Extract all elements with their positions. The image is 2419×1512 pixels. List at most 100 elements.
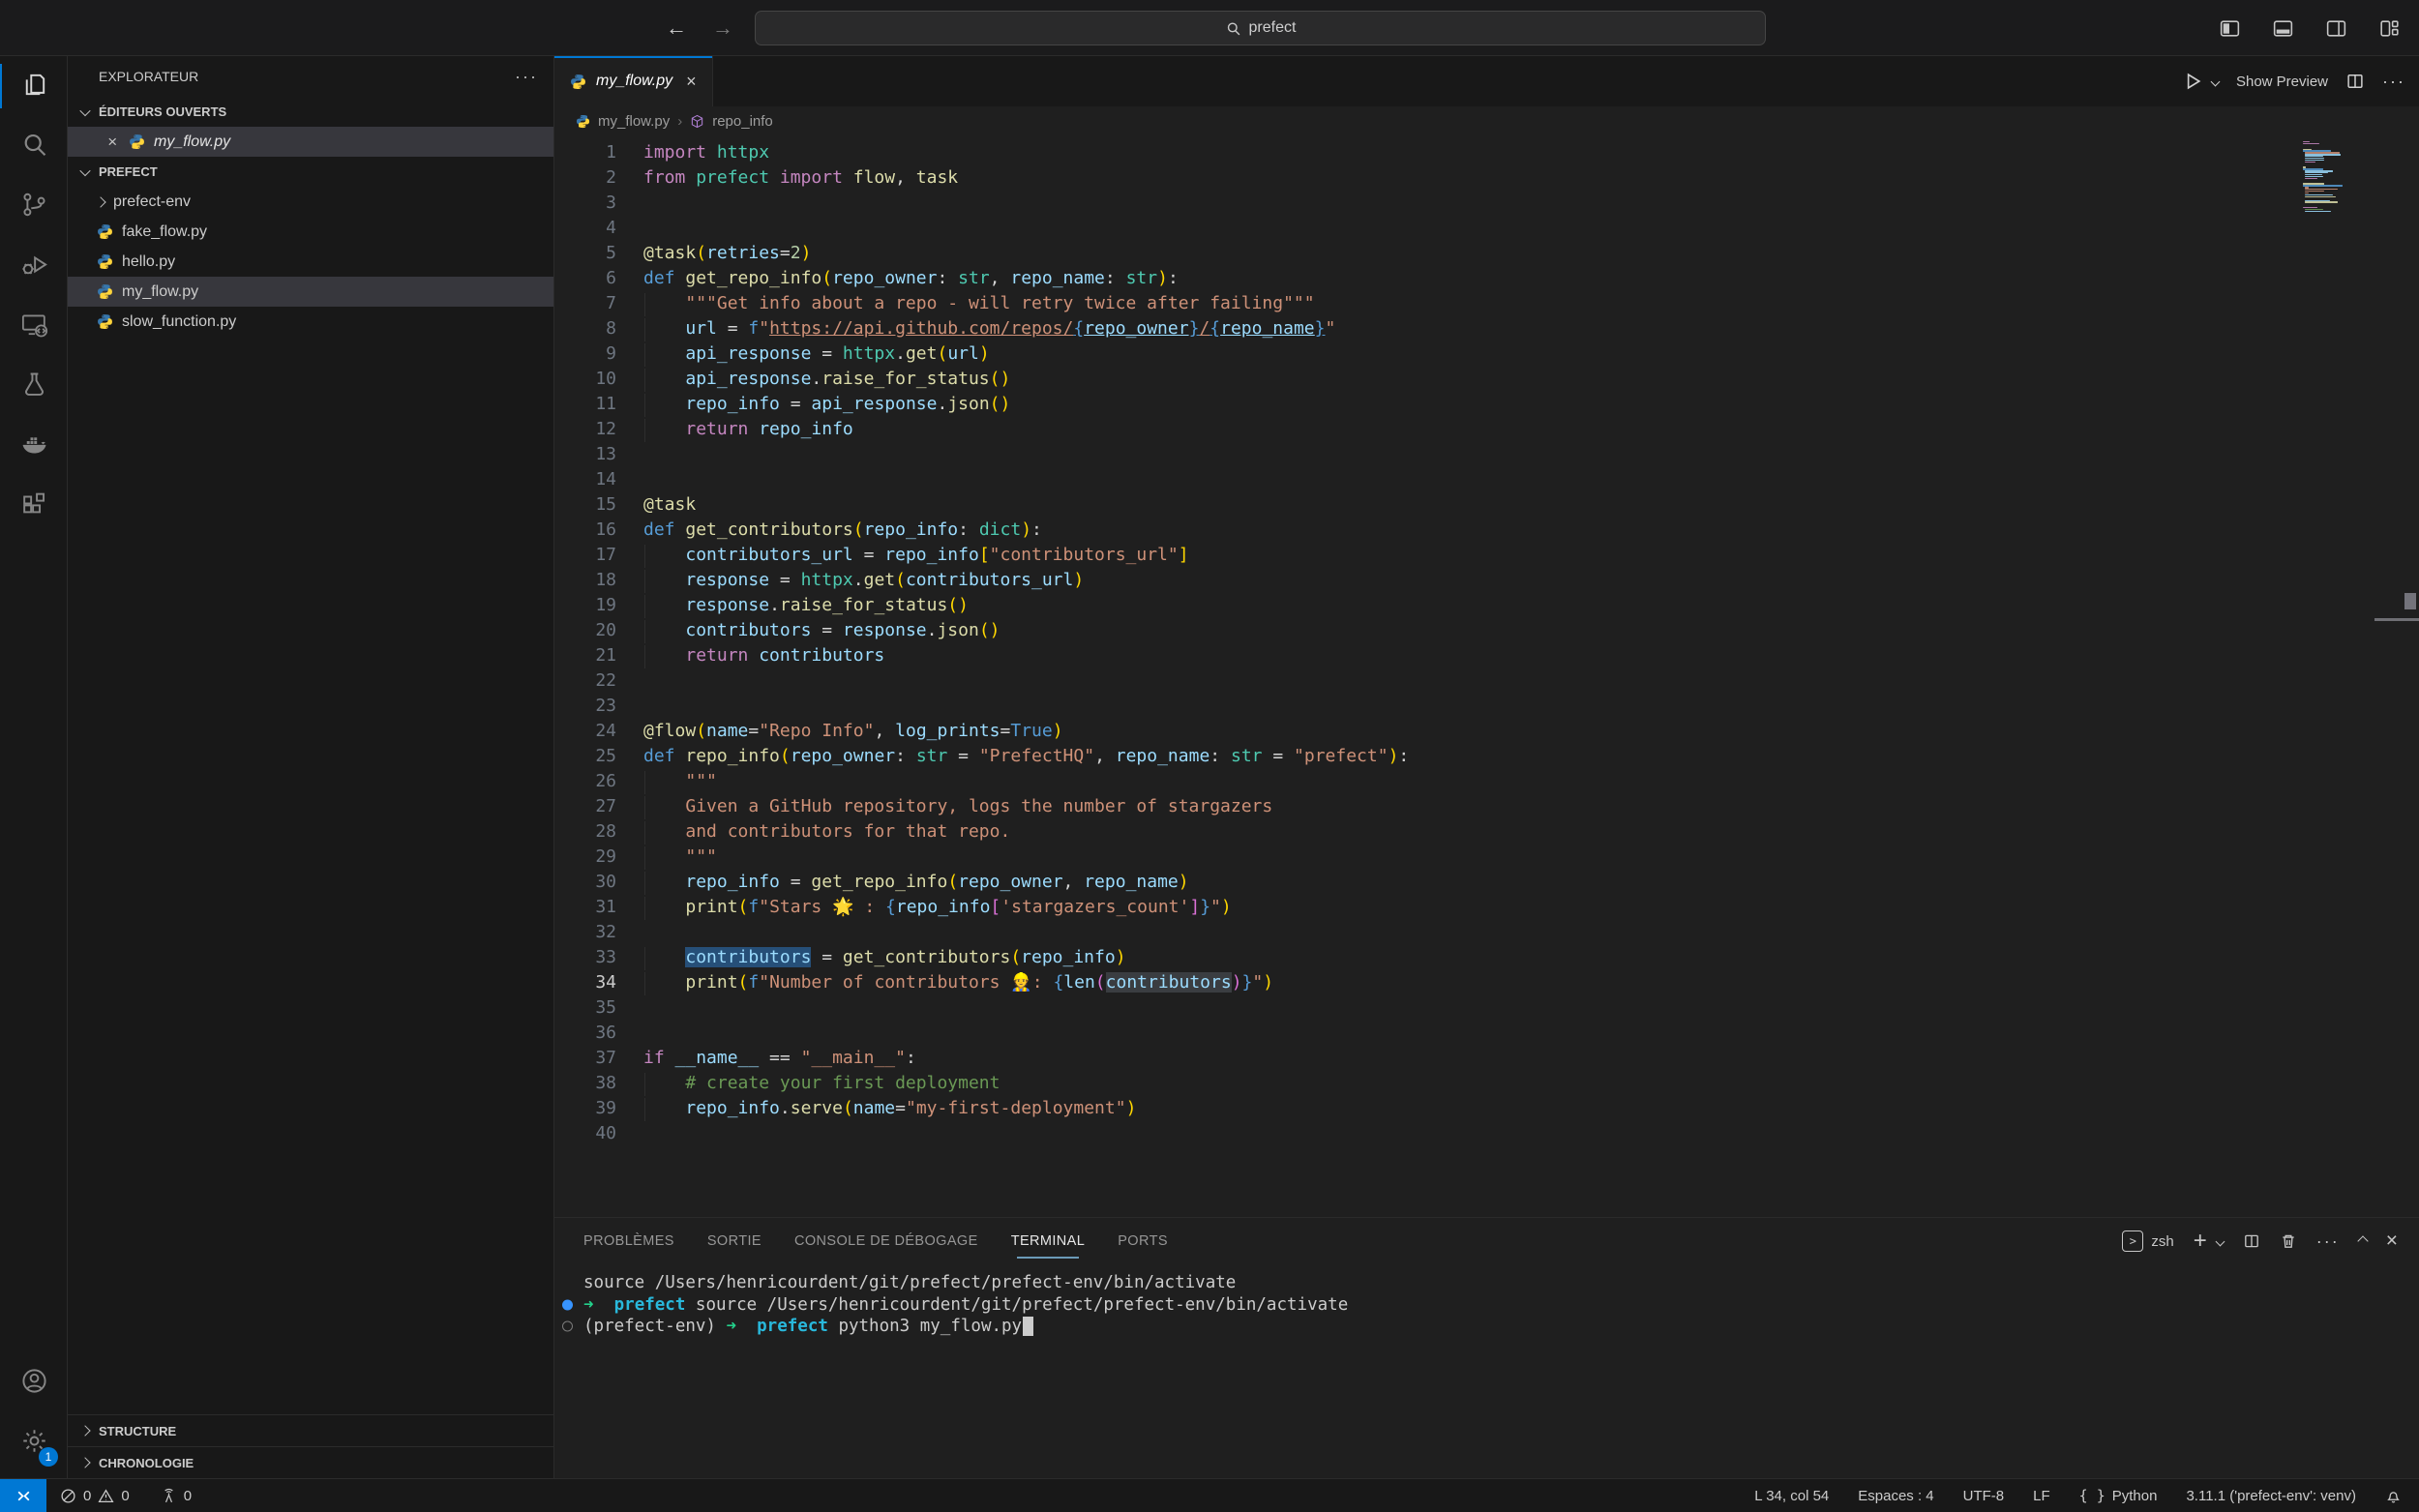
code-line[interactable]: 18 response = httpx.get(contributors_url… [554,568,2419,593]
breadcrumb-symbol[interactable]: repo_info [712,113,773,130]
code-line[interactable]: 14 [554,467,2419,492]
toggle-secondary-sidebar-icon[interactable] [2324,16,2348,41]
code-line[interactable]: 24@flow(name="Repo Info", log_prints=Tru… [554,719,2419,744]
code-line[interactable]: 21 return contributors [554,643,2419,668]
run-button[interactable] [2183,72,2202,91]
code-line[interactable]: 35 [554,995,2419,1021]
code-line[interactable]: 23 [554,694,2419,719]
code-line[interactable]: 17 contributors_url = repo_info["contrib… [554,543,2419,568]
panel-tab-sortie[interactable]: SORTIE [707,1218,762,1264]
code-line[interactable]: 13 [554,442,2419,467]
status-lf[interactable]: LF [2033,1488,2050,1504]
section-open-editors[interactable]: ÉDITEURS OUVERTS [68,97,553,127]
activity-testing[interactable] [0,356,68,416]
remote-indicator[interactable] [0,1479,46,1512]
code-line[interactable]: 26 """ [554,769,2419,794]
activity-extensions[interactable] [0,476,68,536]
code-line[interactable]: 29 """ [554,845,2419,870]
code-line[interactable]: 40 [554,1121,2419,1146]
nav-back-icon[interactable]: ← [666,15,687,41]
code-line[interactable]: 1import httpx [554,140,2419,165]
section-project[interactable]: PREFECT [68,157,553,187]
command-decoration-icon[interactable] [562,1321,573,1332]
tree-item-slow_function.py[interactable]: slow_function.py [68,307,553,337]
open-editor-item[interactable]: ×my_flow.py [68,127,553,157]
status-3-11-1-prefect-env-venv-[interactable]: 3.11.1 ('prefect-env': venv) [2186,1488,2356,1504]
panel-tab-ports[interactable]: PORTS [1118,1218,1168,1264]
code-line[interactable]: 33 contributors = get_contributors(repo_… [554,945,2419,970]
section-chronologie[interactable]: CHRONOLOGIE [68,1446,553,1478]
code-line[interactable]: 8 url = f"https://api.github.com/repos/{… [554,316,2419,341]
maximize-panel-icon[interactable] [2357,1235,2368,1246]
toggle-primary-sidebar-icon[interactable] [2218,16,2242,41]
command-decoration-icon[interactable] [562,1299,573,1310]
activity-search[interactable] [0,116,68,176]
activity-source-control[interactable] [0,176,68,236]
code-line[interactable]: 7 """Get info about a repo - will retry … [554,291,2419,316]
tree-item-prefect-env[interactable]: prefect-env [68,187,553,217]
status-notifications[interactable] [2385,1488,2402,1504]
nav-forward-icon[interactable]: → [712,15,733,41]
code-line[interactable]: 38 # create your first deployment [554,1071,2419,1096]
tree-item-fake_flow.py[interactable]: fake_flow.py [68,217,553,247]
code-line[interactable]: 3 [554,191,2419,216]
code-editor[interactable]: 1import httpx2from prefect import flow, … [554,135,2419,1217]
kill-terminal-icon[interactable] [2280,1232,2297,1250]
activity-remote-explorer[interactable] [0,296,68,356]
code-line[interactable]: 30 repo_info = get_repo_info(repo_owner,… [554,870,2419,895]
terminal-dropdown-icon[interactable] [2215,1236,2225,1246]
command-center-search[interactable]: prefect [755,11,1766,45]
breadcrumb-file[interactable]: my_flow.py [598,113,670,130]
split-terminal-icon[interactable] [2243,1232,2260,1250]
terminal[interactable]: source /Users/henricourdent/git/prefect/… [554,1264,2419,1338]
problems-status[interactable]: 0 0 0 [60,1488,192,1504]
new-terminal-button[interactable]: + [2194,1228,2207,1255]
code-line[interactable]: 34 print(f"Number of contributors 👷: {le… [554,970,2419,995]
panel-tab-problèmes[interactable]: PROBLÈMES [583,1218,674,1264]
show-preview-button[interactable]: Show Preview [2236,74,2328,90]
code-line[interactable]: 5@task(retries=2) [554,241,2419,266]
shell-label[interactable]: zsh [2151,1233,2173,1250]
run-dropdown-icon[interactable] [2211,76,2221,86]
activity-explorer[interactable] [0,56,68,116]
code-line[interactable]: 15@task [554,492,2419,518]
activity-run-debug[interactable] [0,236,68,296]
tree-item-hello.py[interactable]: hello.py [68,247,553,277]
close-panel-icon[interactable]: × [2386,1230,2398,1253]
activity-docker[interactable] [0,416,68,476]
editor-more-actions-icon[interactable]: ··· [2382,72,2405,92]
code-line[interactable]: 10 api_response.raise_for_status() [554,367,2419,392]
status-l-34-col-54[interactable]: L 34, col 54 [1754,1488,1829,1504]
code-line[interactable]: 6def get_repo_info(repo_owner: str, repo… [554,266,2419,291]
toggle-panel-icon[interactable] [2271,16,2295,41]
code-line[interactable]: 25def repo_info(repo_owner: str = "Prefe… [554,744,2419,769]
code-line[interactable]: 39 repo_info.serve(name="my-first-deploy… [554,1096,2419,1121]
code-line[interactable]: 32 [554,920,2419,945]
status-python[interactable]: { }Python [2079,1487,2158,1504]
code-line[interactable]: 37if __name__ == "__main__": [554,1046,2419,1071]
panel-tab-console de débogage[interactable]: CONSOLE DE DÉBOGAGE [794,1218,978,1264]
code-line[interactable]: 19 response.raise_for_status() [554,593,2419,618]
panel-tab-terminal[interactable]: TERMINAL [1011,1218,1086,1264]
minimap[interactable] [2303,141,2373,215]
code-line[interactable]: 22 [554,668,2419,694]
panel-more-actions-icon[interactable]: ··· [2316,1231,2340,1252]
activity-accounts[interactable] [0,1352,68,1412]
code-line[interactable]: 16def get_contributors(repo_info: dict): [554,518,2419,543]
code-line[interactable]: 31 print(f"Stars 🌟 : {repo_info['stargaz… [554,895,2419,920]
tree-item-my_flow.py[interactable]: my_flow.py [68,277,553,307]
tab-my-flow[interactable]: my_flow.py × [554,56,713,106]
code-line[interactable]: 36 [554,1021,2419,1046]
code-line[interactable]: 28 and contributors for that repo. [554,819,2419,845]
section-structure[interactable]: STRUCTURE [68,1414,553,1446]
tab-close-icon[interactable]: × [686,72,697,92]
breadcrumb[interactable]: my_flow.py › repo_info [554,106,2419,135]
code-line[interactable]: 12 return repo_info [554,417,2419,442]
status-espaces-4[interactable]: Espaces : 4 [1858,1488,1933,1504]
customize-layout-icon[interactable] [2377,16,2402,41]
close-icon[interactable]: × [105,133,120,152]
code-line[interactable]: 20 contributors = response.json() [554,618,2419,643]
code-line[interactable]: 11 repo_info = api_response.json() [554,392,2419,417]
code-line[interactable]: 27 Given a GitHub repository, logs the n… [554,794,2419,819]
status-utf-8[interactable]: UTF-8 [1963,1488,2005,1504]
